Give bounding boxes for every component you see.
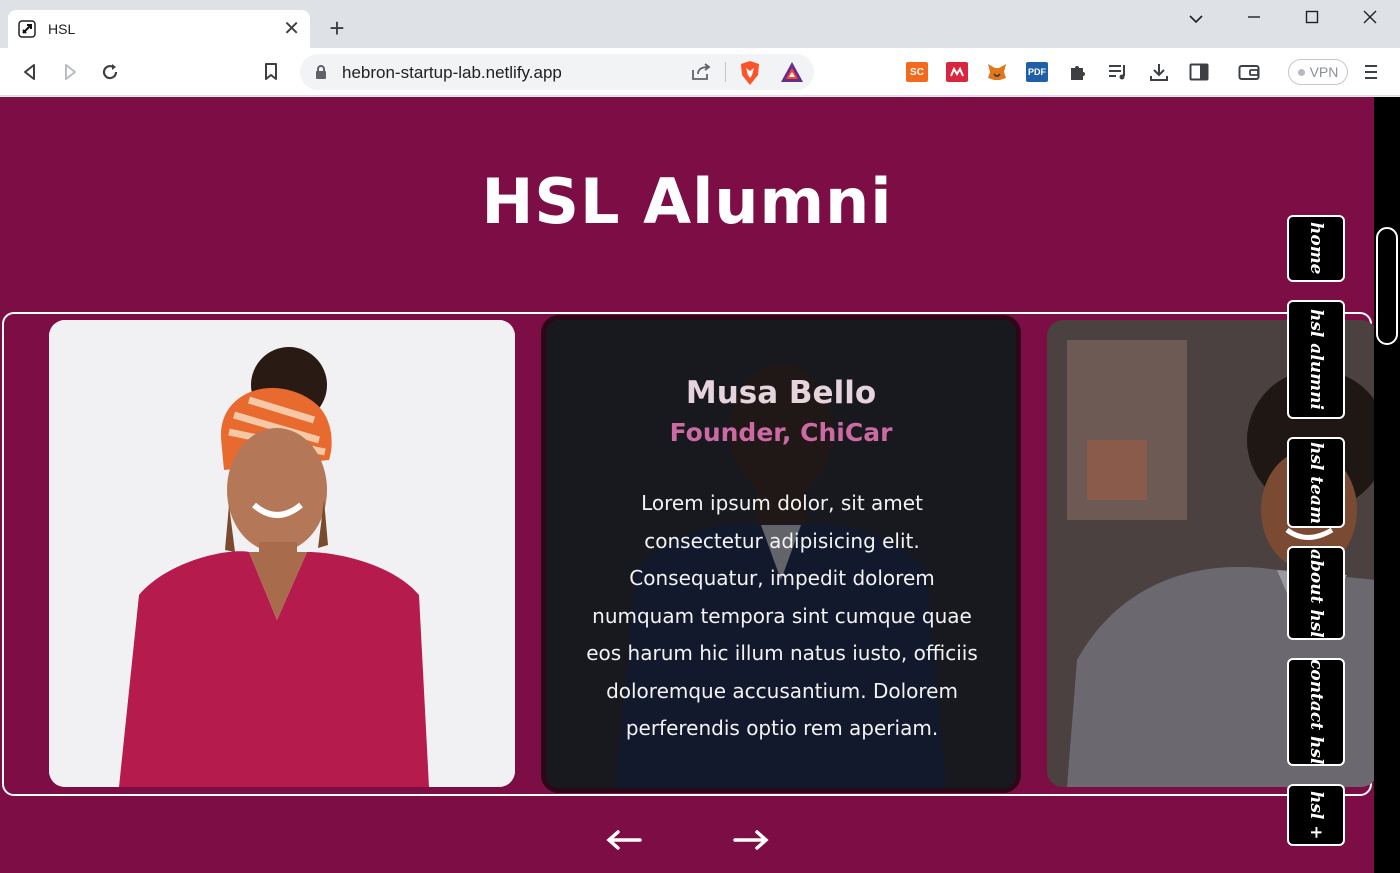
download-icon[interactable] — [1147, 60, 1171, 84]
back-icon[interactable] — [18, 60, 42, 84]
vpn-label: VPN — [1309, 64, 1339, 80]
side-nav-hsl-alumni[interactable]: hsl alumni — [1287, 300, 1345, 419]
alumni-name: Musa Bello — [685, 375, 877, 411]
scrollbar-thumb[interactable] — [1376, 227, 1398, 345]
lock-icon — [316, 65, 326, 79]
wallet-icon[interactable] — [1237, 60, 1261, 84]
address-bar[interactable]: hebron-startup-lab.netlify.app — [300, 54, 814, 90]
share-icon[interactable] — [690, 62, 712, 82]
previous-arrow-icon[interactable] — [606, 828, 642, 852]
next-arrow-icon[interactable] — [733, 828, 769, 852]
alumni-card-active[interactable]: Musa Bello Founder, ChiCar Lorem ipsum d… — [541, 315, 1021, 793]
tab-title: HSL — [48, 21, 76, 37]
sidebar-toggle-icon[interactable] — [1187, 60, 1211, 84]
side-nav-hsl-plus[interactable]: hsl + — [1287, 784, 1345, 846]
mendeley-extension-icon[interactable] — [946, 62, 968, 82]
url-text: hebron-startup-lab.netlify.app — [342, 63, 562, 82]
bat-rewards-icon[interactable] — [780, 61, 804, 83]
vpn-status-dot — [1297, 68, 1305, 76]
tab-search-icon[interactable] — [1176, 8, 1216, 32]
alumni-bio: Lorem ipsum dolor, sit amet consectetur … — [586, 491, 978, 740]
side-nav-hsl-team[interactable]: hsl team — [1287, 437, 1345, 528]
browser-tab[interactable]: HSL ✕ — [8, 10, 310, 48]
playlist-icon[interactable] — [1106, 60, 1130, 84]
minimize-button[interactable] — [1234, 8, 1274, 32]
tab-strip: HSL ✕ + — [0, 0, 1400, 48]
page-scrollbar[interactable] — [1374, 97, 1400, 873]
pdf-extension-icon[interactable]: PDF — [1026, 62, 1048, 82]
brave-shields-icon[interactable] — [738, 60, 762, 86]
side-nav-about-hsl[interactable]: about hsl — [1287, 546, 1345, 640]
maximize-button[interactable] — [1292, 8, 1332, 32]
alumni-role: Founder, ChiCar — [669, 418, 893, 447]
side-nav-home[interactable]: home — [1287, 215, 1345, 282]
alumni-portrait-woman — [49, 320, 515, 787]
sc-extension-icon[interactable]: SC — [906, 62, 928, 82]
page-viewport: HSL Alumni Musa Bello Founder, ChiCar Lo… — [0, 97, 1374, 873]
side-nav-contact-hsl[interactable]: contact hsl — [1287, 658, 1345, 766]
menu-icon[interactable] — [1359, 60, 1383, 84]
alumni-card-previous[interactable] — [49, 320, 515, 787]
close-window-button[interactable] — [1350, 8, 1390, 32]
bookmark-icon[interactable] — [259, 60, 283, 84]
rocket-favicon-icon — [18, 20, 36, 38]
reload-icon[interactable] — [98, 60, 122, 84]
page-title: HSL Alumni — [481, 165, 893, 238]
forward-icon[interactable] — [58, 60, 82, 84]
close-tab-icon[interactable]: ✕ — [283, 19, 300, 39]
metamask-fox-icon[interactable] — [986, 62, 1008, 82]
extensions-puzzle-icon[interactable] — [1066, 60, 1090, 84]
vpn-button[interactable]: VPN — [1288, 59, 1348, 85]
new-tab-button[interactable]: + — [323, 14, 351, 42]
omnibox-divider — [725, 62, 726, 82]
